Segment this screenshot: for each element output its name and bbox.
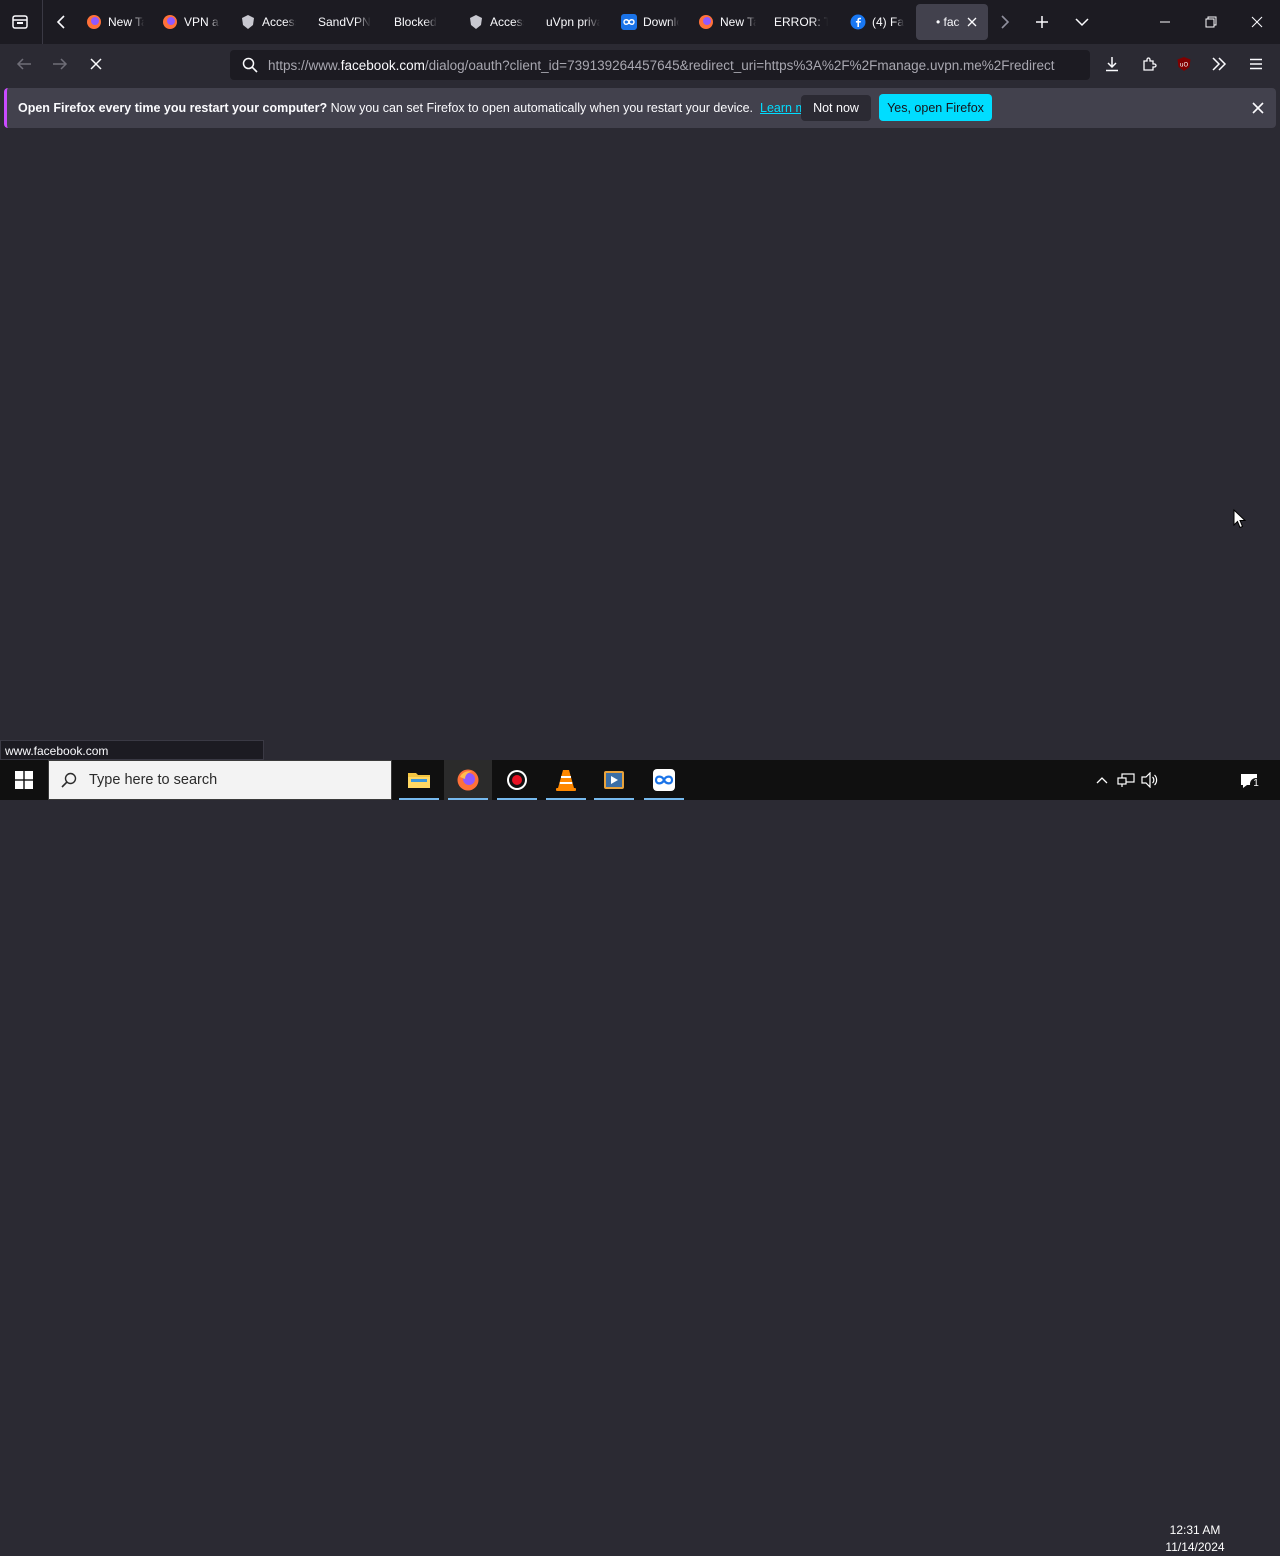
tab-facebook-active[interactable]: • fac xyxy=(916,4,988,40)
action-center-notification-icon[interactable]: 1 xyxy=(1236,770,1262,792)
notification-question: Open Firefox every time you restart your… xyxy=(18,101,328,115)
infinity-app-icon[interactable] xyxy=(640,760,688,800)
windows-start-icon[interactable] xyxy=(0,760,48,800)
shield-icon xyxy=(240,14,256,30)
tab-label: VPN and xyxy=(184,15,220,29)
tab-label: SandVPN xyxy=(318,15,371,29)
tab-label: New Tab xyxy=(720,15,756,29)
firefox-icon xyxy=(698,14,714,30)
firefox-view-icon[interactable] xyxy=(8,10,32,34)
list-all-tabs-chevron-down-icon[interactable] xyxy=(1070,10,1094,34)
clock-time: 12:31 AM xyxy=(1169,1523,1221,1537)
tab-new-tab-1[interactable]: New Tab xyxy=(86,4,144,40)
tab-label: (4) Fa xyxy=(872,15,905,29)
facebook-icon xyxy=(850,14,866,30)
tab-new-tab-2[interactable]: New Tab xyxy=(698,4,756,40)
yes-open-firefox-button[interactable]: Yes, open Firefox xyxy=(879,94,992,121)
address-bar[interactable]: https://www.facebook.com/dialog/oauth?cl… xyxy=(230,50,1090,80)
stop-loading-icon[interactable] xyxy=(84,52,108,76)
windows-taskbar: Type here to search 12:31 AM 11/14/2024 … xyxy=(0,760,1280,1554)
firefox-icon xyxy=(162,14,178,30)
tab-uvpn[interactable]: uVpn private xyxy=(546,4,600,40)
more-tools-double-chevron-icon[interactable] xyxy=(1207,52,1231,76)
tab-label: Access xyxy=(490,15,524,29)
infinity-icon xyxy=(621,14,637,30)
close-tab-icon[interactable] xyxy=(964,14,980,30)
close-window-icon[interactable] xyxy=(1234,8,1280,36)
tab-divider xyxy=(42,0,43,44)
ublock-origin-icon[interactable]: uO xyxy=(1172,52,1196,76)
forward-arrow-icon[interactable] xyxy=(48,52,72,76)
minimize-icon[interactable] xyxy=(1142,8,1188,36)
svg-text:uO: uO xyxy=(1180,62,1189,69)
tab-vpn[interactable]: VPN and xyxy=(162,4,220,40)
tab-label: Blocked xyxy=(394,15,437,29)
tab-label: New Tab xyxy=(108,15,144,29)
search-placeholder: Type here to search xyxy=(89,772,218,788)
back-arrow-icon[interactable] xyxy=(12,52,36,76)
notification-text: Now you can set Firefox to open automati… xyxy=(327,101,754,115)
tab-sandvpn[interactable]: SandVPN xyxy=(318,4,378,40)
scroll-tabs-right-icon[interactable] xyxy=(995,10,1015,34)
shield-icon xyxy=(468,14,484,30)
url-prefix: https://www. xyxy=(268,57,341,73)
page-content-area[interactable] xyxy=(0,132,1280,760)
network-icon[interactable] xyxy=(1116,771,1136,789)
tab-label: uVpn private xyxy=(546,15,600,29)
clock-date: 11/14/2024 xyxy=(1165,1540,1225,1554)
tab-label: Access xyxy=(262,15,296,29)
tab-blocked[interactable]: Blocked xyxy=(394,4,450,40)
tab-facebook[interactable]: (4) Fa xyxy=(850,4,906,40)
url-text[interactable]: https://www.facebook.com/dialog/oauth?cl… xyxy=(268,58,1076,73)
tab-download[interactable]: Download xyxy=(621,4,679,40)
close-notification-icon[interactable] xyxy=(1246,96,1270,120)
taskbar-search-box[interactable]: Type here to search xyxy=(48,760,392,800)
new-tab-plus-icon[interactable] xyxy=(1030,10,1054,34)
notification-message: Open Firefox every time you restart your… xyxy=(18,101,753,115)
status-panel: www.facebook.com xyxy=(0,740,264,760)
system-clock[interactable]: 12:31 AM 11/14/2024 xyxy=(1160,1522,1230,1556)
tab-access-1[interactable]: Access xyxy=(240,4,296,40)
file-explorer-icon[interactable] xyxy=(395,760,443,800)
firefox-icon xyxy=(86,14,102,30)
screen-recorder-icon[interactable] xyxy=(493,760,541,800)
search-icon xyxy=(242,57,258,73)
tab-error[interactable]: ERROR: Th xyxy=(774,4,828,40)
firefox-taskbar-icon[interactable] xyxy=(444,760,492,800)
default-browser-notification: Open Firefox every time you restart your… xyxy=(4,88,1276,128)
scroll-tabs-left-icon[interactable] xyxy=(50,10,72,34)
tab-label: • fac xyxy=(936,15,960,29)
media-player-icon[interactable] xyxy=(590,760,638,800)
hamburger-menu-icon[interactable] xyxy=(1244,52,1268,76)
tab-label: Download xyxy=(643,15,679,29)
extensions-puzzle-icon[interactable] xyxy=(1137,52,1161,76)
vlc-icon[interactable] xyxy=(542,760,590,800)
search-icon xyxy=(61,772,77,788)
mouse-pointer-icon xyxy=(1233,508,1247,534)
restore-icon[interactable] xyxy=(1188,8,1234,36)
show-hidden-icons-chevron-up-icon[interactable] xyxy=(1092,772,1112,788)
volume-speaker-icon[interactable] xyxy=(1140,771,1160,789)
tab-label: ERROR: Th xyxy=(774,15,828,29)
not-now-button[interactable]: Not now xyxy=(801,95,871,121)
url-path: /dialog/oauth?client_id=739139264457645&… xyxy=(424,57,1055,73)
notification-count-badge: 1 xyxy=(1250,778,1262,790)
url-domain: facebook.com xyxy=(340,57,425,73)
tab-access-2[interactable]: Access xyxy=(468,4,524,40)
downloads-icon[interactable] xyxy=(1100,52,1124,76)
tab-strip: New Tab VPN and Access SandVPN Blocked A… xyxy=(0,0,1280,44)
